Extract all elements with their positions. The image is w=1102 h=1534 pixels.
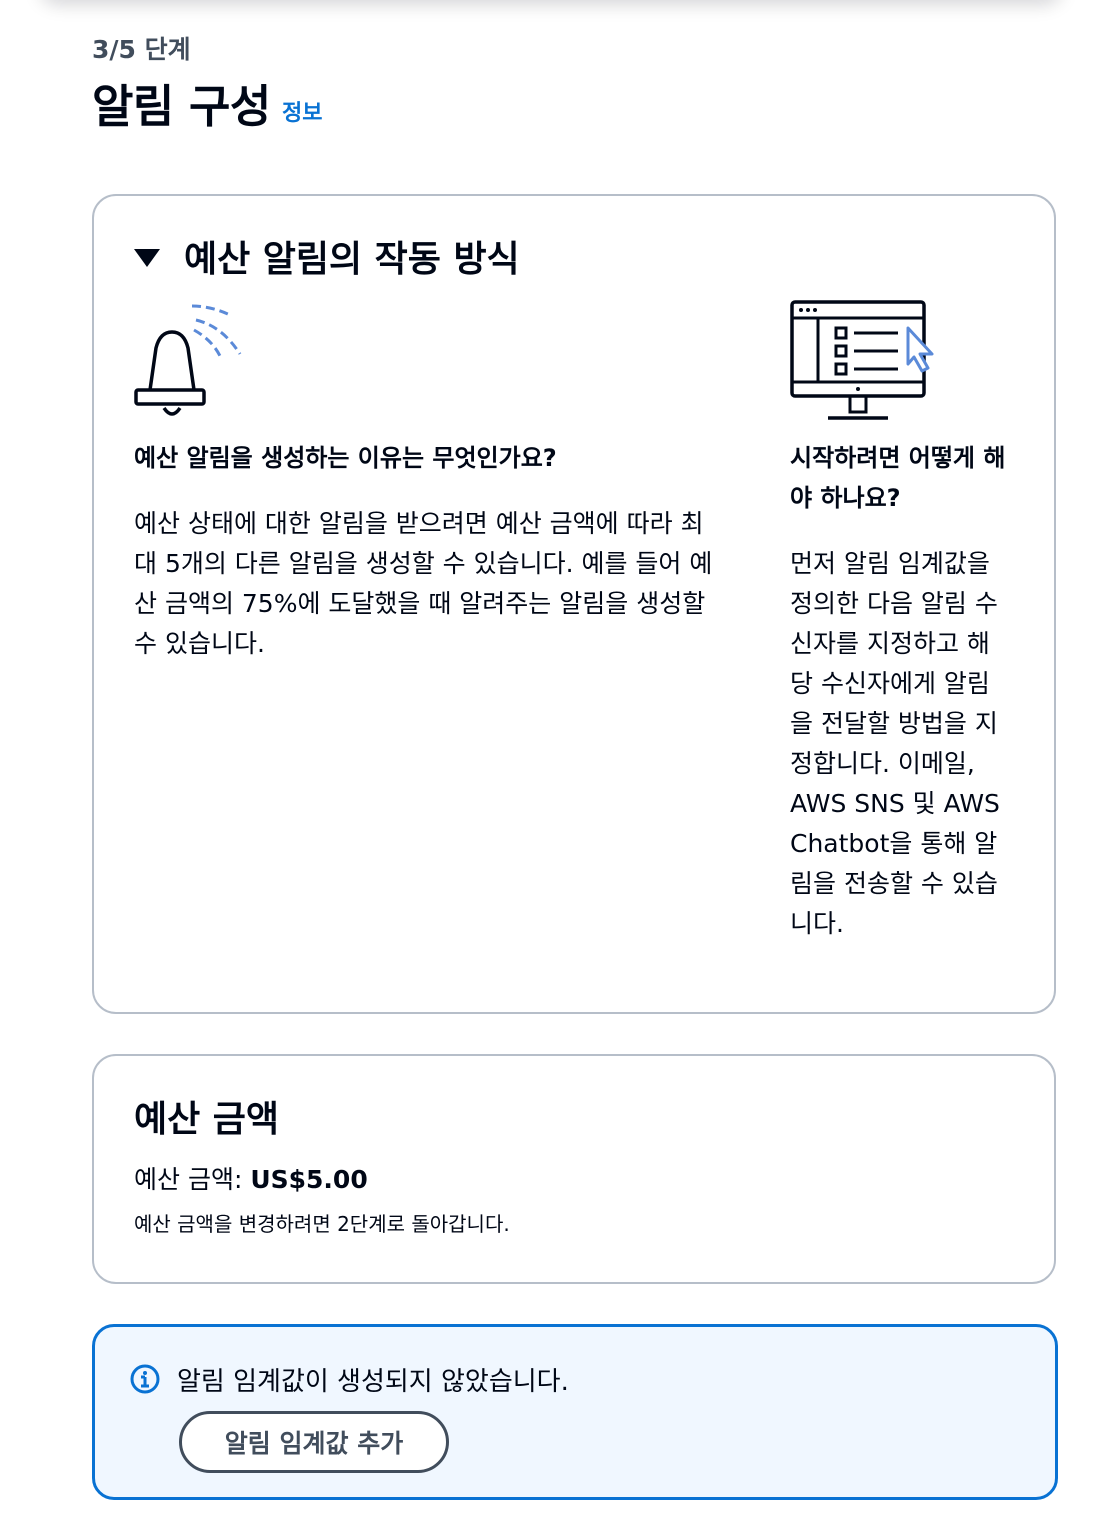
alert-message: 알림 임계값이 생성되지 않았습니다. [177, 1367, 569, 1397]
start-heading: 시작하려면 어떻게 해야 하나요? [790, 444, 1006, 512]
page-title: 알림 구성 [92, 80, 271, 133]
add-alert-threshold-button[interactable]: 알림 임계값 추가 [179, 1411, 449, 1473]
monitor-checklist-icon [790, 300, 934, 420]
bell-icon [134, 304, 242, 416]
no-threshold-alert: 알림 임계값이 생성되지 않았습니다. 알림 임계값 추가 [92, 1324, 1058, 1500]
how-it-works-toggle[interactable]: 예산 알림의 작동 방식 [134, 230, 520, 282]
why-body: 예산 상태에 대한 알림을 받으려면 예산 금액에 따라 최대 5개의 다른 알… [134, 509, 713, 658]
start-body: 먼저 알림 임계값을 정의한 다음 알림 수신자를 지정하고 해당 수신자에게 … [790, 549, 1000, 938]
budget-amount-value: US$5.00 [250, 1165, 368, 1194]
why-heading: 예산 알림을 생성하는 이유는 무엇인가요? [134, 444, 557, 472]
caret-down-icon [134, 249, 160, 267]
how-it-works-title: 예산 알림의 작동 방식 [184, 239, 520, 280]
info-link[interactable]: 정보 [282, 95, 322, 127]
budget-amount-hint: 예산 금액을 변경하려면 2단계로 돌아갑니다. [134, 1212, 510, 1236]
budget-amount-line: 예산 금액: US$5.00 [134, 1162, 368, 1198]
budget-amount-label: 예산 금액: [134, 1165, 251, 1194]
how-it-works-panel: 예산 알림의 작동 방식 예산 알림을 생성하는 이유는 무엇인가요? 예산 상… [92, 194, 1056, 1014]
info-circle-icon [130, 1364, 160, 1394]
step-indicator: 3/5 단계 [92, 35, 191, 64]
budget-amount-title: 예산 금액 [134, 1099, 280, 1140]
budget-amount-panel: 예산 금액 예산 금액: US$5.00 예산 금액을 변경하려면 2단계로 돌… [92, 1054, 1056, 1284]
